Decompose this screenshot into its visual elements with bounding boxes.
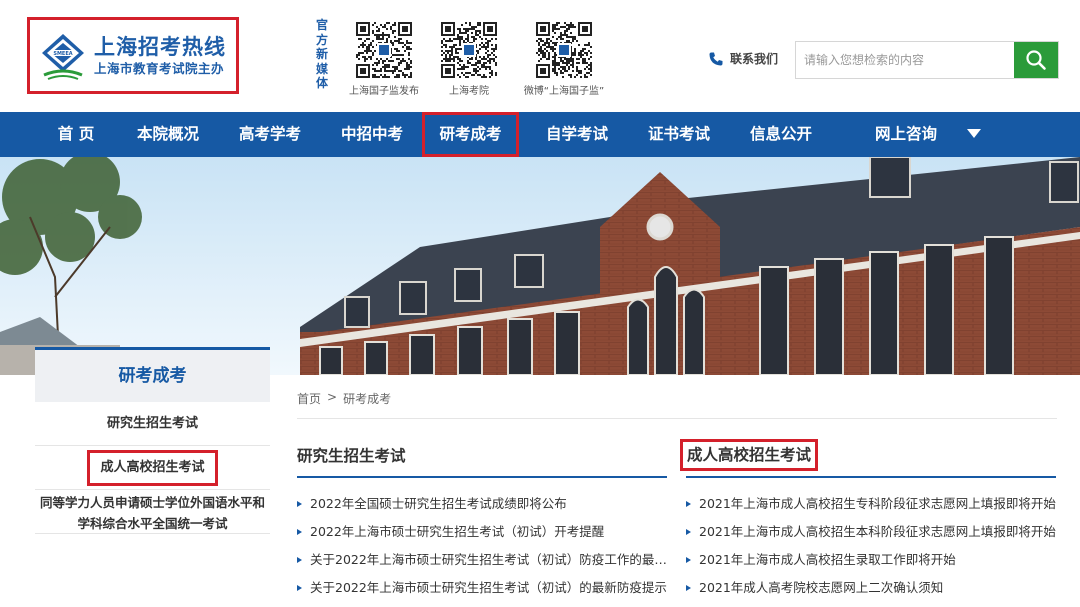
breadcrumb: 首页 > 研考成考 bbox=[297, 390, 391, 407]
qr-code-3[interactable]: 微博“上海国子监” bbox=[514, 22, 614, 97]
sidebar-item-postgrad-exam[interactable]: 研究生招生考试 bbox=[35, 402, 270, 446]
list-item[interactable]: 2022年全国硕士研究生招生考试成绩即将公布 bbox=[297, 490, 667, 518]
list-item[interactable]: 关于2022年上海市硕士研究生招生考试（初试）的最新防疫提示 bbox=[297, 574, 667, 602]
nav-item-self-study[interactable]: 自学考试 bbox=[537, 112, 617, 157]
list-item[interactable]: 2021年成人高考院校志愿网上二次确认须知 bbox=[686, 574, 1056, 602]
nav-item-gaokao[interactable]: 高考学考 bbox=[230, 112, 310, 157]
triangle-bullet-icon bbox=[686, 585, 691, 591]
sidebar: 研考成考 研究生招生考试 成人高校招生考试 同等学力人员申请硕士学位外国语水平和… bbox=[35, 347, 270, 534]
logo-title: 上海招考热线 bbox=[94, 34, 226, 59]
sidebar-item-label: 同等学力人员申请硕士学位外国语水平和学科综合水平全国统一考试 bbox=[39, 495, 265, 531]
qr-code-icon bbox=[536, 22, 592, 78]
triangle-bullet-icon bbox=[297, 529, 302, 535]
nav-item-home[interactable]: 首 页 bbox=[40, 112, 112, 157]
qr-code-2[interactable]: 上海考院 bbox=[419, 22, 519, 97]
smeea-emblem-icon: SMEEA bbox=[42, 33, 84, 80]
news-list: 2022年全国硕士研究生招生考试成绩即将公布 2022年上海市硕士研究生招生考试… bbox=[297, 490, 667, 602]
section-title[interactable]: 成人高校招生考试 bbox=[680, 439, 819, 471]
search-button[interactable] bbox=[1014, 42, 1058, 78]
official-media-label: 官方新媒体 bbox=[315, 18, 328, 90]
nav-item-certificates[interactable]: 证书考试 bbox=[639, 112, 719, 157]
chevron-down-icon[interactable] bbox=[967, 129, 981, 138]
sidebar-title: 研考成考 bbox=[35, 347, 270, 402]
list-item[interactable]: 2021年上海市成人高校招生录取工作即将开始 bbox=[686, 546, 1056, 574]
contact-us-link[interactable]: 联系我们 bbox=[708, 50, 778, 67]
divider bbox=[297, 418, 1057, 419]
triangle-bullet-icon bbox=[297, 557, 302, 563]
site-header: SMEEA 上海招考热线 上海市教育考试院主办 官方新媒体 上海国子监发布 上海… bbox=[0, 0, 1080, 112]
main-nav: 首 页 本院概况 高考学考 中招中考 研考成考 自学考试 证书考试 信息公开 网… bbox=[0, 112, 1080, 157]
nav-item-postgrad-adult[interactable]: 研考成考 bbox=[422, 112, 519, 157]
nav-item-consult[interactable]: 网上咨询 bbox=[866, 112, 946, 157]
triangle-bullet-icon bbox=[297, 501, 302, 507]
hero-banner bbox=[0, 157, 1080, 375]
search-input[interactable] bbox=[796, 42, 1014, 78]
list-item[interactable]: 2021年上海市成人高校招生本科阶段征求志愿网上填报即将开始 bbox=[686, 518, 1056, 546]
triangle-bullet-icon bbox=[686, 557, 691, 563]
sidebar-item-label: 成人高校招生考试 bbox=[87, 449, 218, 486]
breadcrumb-separator: > bbox=[327, 390, 338, 404]
qr-code-icon bbox=[441, 22, 497, 78]
triangle-bullet-icon bbox=[686, 501, 691, 507]
postgrad-news-section: 研究生招生考试 2022年全国硕士研究生招生考试成绩即将公布 2022年上海市硕… bbox=[297, 438, 667, 602]
list-item[interactable]: 2021年上海市成人高校招生专科阶段征求志愿网上填报即将开始 bbox=[686, 490, 1056, 518]
news-list: 2021年上海市成人高校招生专科阶段征求志愿网上填报即将开始 2021年上海市成… bbox=[686, 490, 1056, 602]
phone-icon bbox=[709, 52, 723, 65]
list-item[interactable]: 2022年上海市硕士研究生招生考试（初试）开考提醒 bbox=[297, 518, 667, 546]
breadcrumb-home[interactable]: 首页 bbox=[297, 390, 321, 407]
logo-subtitle: 上海市教育考试院主办 bbox=[94, 60, 225, 76]
breadcrumb-current: 研考成考 bbox=[343, 392, 392, 406]
triangle-bullet-icon bbox=[686, 529, 691, 535]
sidebar-item-label: 研究生招生考试 bbox=[106, 416, 198, 431]
section-title[interactable]: 研究生招生考试 bbox=[297, 438, 406, 474]
qr-caption-1: 上海国子监发布 bbox=[349, 86, 419, 97]
nav-item-zhongkao[interactable]: 中招中考 bbox=[332, 112, 412, 157]
search-icon bbox=[1026, 50, 1046, 70]
search-box bbox=[795, 41, 1059, 79]
adult-exam-news-section: 成人高校招生考试 2021年上海市成人高校招生专科阶段征求志愿网上填报即将开始 … bbox=[680, 438, 1056, 602]
triangle-bullet-icon bbox=[297, 585, 302, 591]
sidebar-item-adult-exam[interactable]: 成人高校招生考试 bbox=[35, 446, 270, 490]
svg-text:SMEEA: SMEEA bbox=[53, 51, 72, 57]
site-logo[interactable]: SMEEA 上海招考热线 上海市教育考试院主办 bbox=[27, 17, 239, 94]
building-illustration bbox=[0, 157, 1080, 375]
nav-item-disclosure[interactable]: 信息公开 bbox=[741, 112, 821, 157]
qr-code-icon bbox=[356, 22, 412, 78]
qr-caption-3: 微博“上海国子监” bbox=[523, 86, 605, 97]
sidebar-item-equivalent-degree-exam[interactable]: 同等学力人员申请硕士学位外国语水平和学科综合水平全国统一考试 bbox=[35, 490, 270, 534]
qr-caption-2: 上海考院 bbox=[449, 86, 489, 97]
contact-us-label: 联系我们 bbox=[730, 52, 779, 66]
list-item[interactable]: 关于2022年上海市硕士研究生招生考试（初试）防疫工作的最新... bbox=[297, 546, 667, 574]
nav-item-about[interactable]: 本院概况 bbox=[128, 112, 208, 157]
